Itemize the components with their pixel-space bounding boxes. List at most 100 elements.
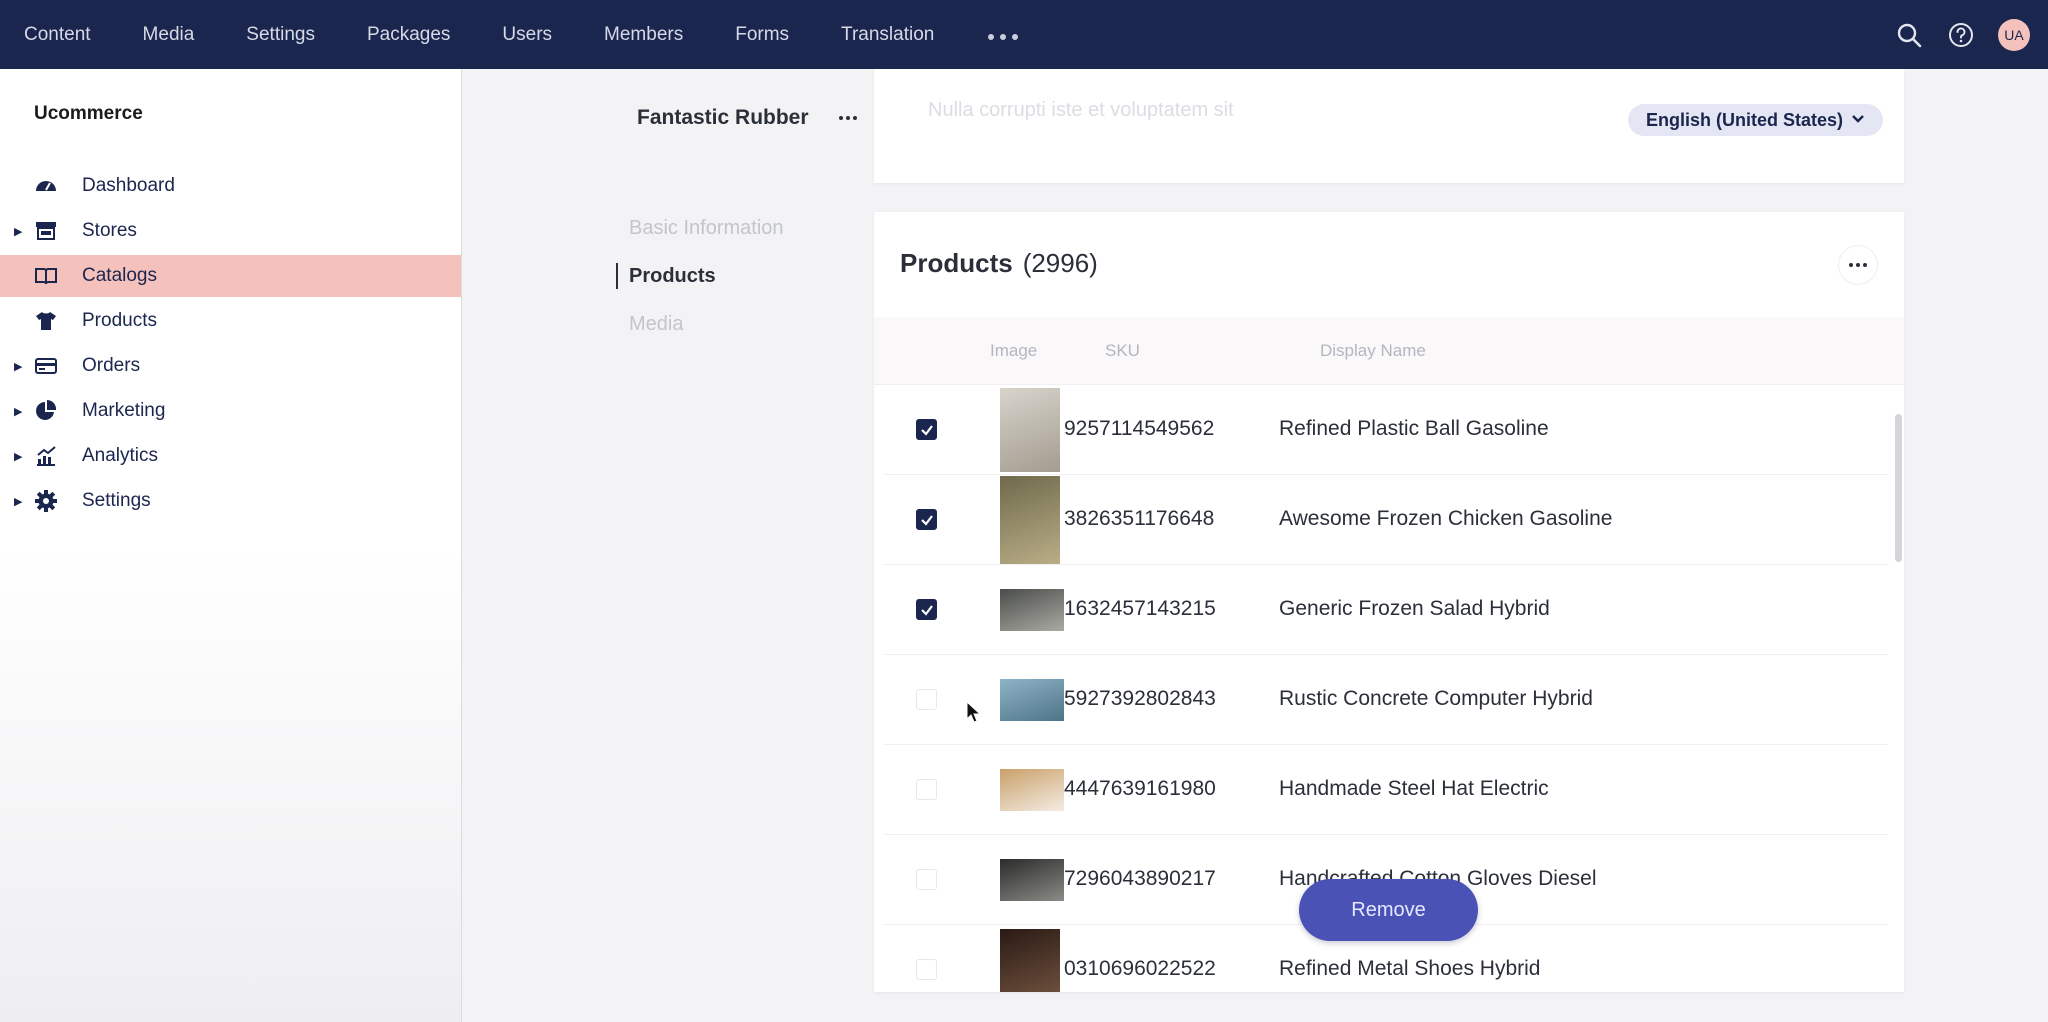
row-checkbox[interactable] bbox=[916, 599, 937, 620]
expand-caret-icon[interactable]: ▶ bbox=[14, 450, 22, 463]
analytics-icon bbox=[34, 444, 58, 468]
tab-products[interactable]: Products bbox=[616, 253, 784, 299]
row-checkbox[interactable] bbox=[916, 779, 937, 800]
product-display-name[interactable]: Rustic Concrete Computer Hybrid bbox=[1279, 687, 1593, 711]
sidebar-item-products[interactable]: Products bbox=[0, 300, 461, 342]
checkmark-icon bbox=[920, 424, 933, 436]
top-navigation: Content Media Settings Packages Users Me… bbox=[0, 0, 1019, 69]
column-header-display-name[interactable]: Display Name bbox=[1320, 341, 1426, 361]
dot bbox=[846, 116, 850, 120]
row-checkbox[interactable] bbox=[916, 959, 937, 980]
product-sku: 5927392802843 bbox=[1064, 687, 1216, 710]
search-icon[interactable] bbox=[1894, 20, 1924, 50]
nav-members[interactable]: Members bbox=[604, 24, 683, 46]
tab-basic-information[interactable]: Basic Information bbox=[616, 205, 784, 251]
sidebar-item-label: Stores bbox=[82, 220, 137, 241]
pie-chart-icon bbox=[34, 399, 58, 423]
table-row[interactable]: 9257114549562 Refined Plastic Ball Gasoli… bbox=[884, 385, 1888, 475]
sidebar-item-dashboard[interactable]: Dashboard bbox=[0, 165, 461, 207]
dot bbox=[1863, 263, 1867, 267]
table-row[interactable]: 5927392802843 Rustic Concrete Computer Hy… bbox=[884, 655, 1888, 745]
sidebar-item-label: Settings bbox=[82, 490, 151, 511]
dot bbox=[839, 116, 843, 120]
row-checkbox[interactable] bbox=[916, 869, 937, 890]
products-actions-menu[interactable] bbox=[1838, 245, 1878, 285]
product-thumbnail bbox=[1000, 679, 1064, 721]
sidebar-tree: Dashboard ▶ Stores Catalogs Products ▶ O… bbox=[0, 165, 461, 525]
row-checkbox[interactable] bbox=[916, 689, 937, 710]
product-display-name[interactable]: Refined Metal Shoes Hybrid bbox=[1279, 957, 1540, 981]
product-display-name[interactable]: Generic Frozen Salad Hybrid bbox=[1279, 597, 1550, 621]
row-checkbox[interactable] bbox=[916, 419, 937, 440]
sidebar-item-label: Analytics bbox=[82, 445, 159, 466]
table-header: Image SKU Display Name bbox=[874, 317, 1904, 385]
product-sku: 1632457143215 bbox=[1064, 597, 1216, 620]
nav-translation[interactable]: Translation bbox=[841, 24, 934, 46]
table-row[interactable]: 1632457143215 Generic Frozen Salad Hybrid bbox=[884, 565, 1888, 655]
credit-card-icon bbox=[34, 354, 58, 378]
language-selector[interactable]: English (United States) bbox=[1627, 104, 1883, 136]
dashboard-icon bbox=[34, 174, 58, 198]
product-sku: 3826351176648 bbox=[1064, 507, 1215, 530]
product-display-name[interactable]: Awesome Frozen Chicken Gasoline bbox=[1279, 507, 1612, 531]
nav-settings[interactable]: Settings bbox=[246, 24, 315, 46]
expand-caret-icon[interactable]: ▶ bbox=[14, 405, 22, 418]
products-card: Products (2996) Image SKU Display Name 92… bbox=[874, 212, 1904, 992]
remove-button[interactable]: Remove bbox=[1299, 879, 1478, 941]
sidebar-item-orders[interactable]: ▶ Orders bbox=[0, 345, 461, 387]
shirt-icon bbox=[34, 309, 58, 333]
products-heading: Products (2996) bbox=[900, 248, 1098, 279]
top-actions: UA bbox=[1894, 0, 2030, 69]
product-thumbnail bbox=[1000, 929, 1060, 992]
table-scrollbar[interactable] bbox=[1895, 414, 1902, 562]
product-sku: 9257114549562 bbox=[1064, 417, 1215, 440]
checkmark-icon bbox=[920, 604, 933, 616]
store-icon bbox=[34, 219, 58, 243]
content-tabs: Basic Information Products Media bbox=[616, 205, 784, 349]
nav-packages[interactable]: Packages bbox=[367, 24, 450, 46]
sidebar-item-label: Products bbox=[82, 310, 157, 331]
top-bar: Content Media Settings Packages Users Me… bbox=[0, 0, 2048, 69]
sidebar-item-analytics[interactable]: ▶ Analytics bbox=[0, 435, 461, 477]
product-display-name[interactable]: Refined Plastic Ball Gasoline bbox=[1279, 417, 1549, 441]
expand-caret-icon[interactable]: ▶ bbox=[14, 495, 22, 508]
row-checkbox[interactable] bbox=[916, 509, 937, 530]
nav-content[interactable]: Content bbox=[24, 24, 91, 46]
table-row[interactable]: 3826351176648 Awesome Frozen Chicken Gaso… bbox=[884, 475, 1888, 565]
column-header-image[interactable]: Image bbox=[990, 341, 1037, 361]
expand-caret-icon[interactable]: ▶ bbox=[14, 360, 22, 373]
sidebar-item-label: Marketing bbox=[82, 400, 166, 421]
help-icon[interactable] bbox=[1946, 20, 1976, 50]
sidebar-item-label: Orders bbox=[82, 355, 141, 376]
checkmark-icon bbox=[920, 514, 933, 526]
nav-users[interactable]: Users bbox=[502, 24, 552, 46]
sidebar-item-settings[interactable]: ▶ Settings bbox=[0, 480, 461, 522]
sidebar-item-catalogs[interactable]: Catalogs bbox=[0, 255, 461, 297]
ellipsis-icon[interactable] bbox=[988, 33, 1019, 40]
sidebar-item-label: Dashboard bbox=[82, 175, 175, 196]
node-title: Fantastic Rubber bbox=[637, 106, 809, 129]
sidebar-brand: Ucommerce bbox=[34, 103, 143, 124]
product-sku: 4447639161980 bbox=[1064, 777, 1216, 800]
chevron-down-icon bbox=[1851, 110, 1865, 131]
dot bbox=[1849, 263, 1853, 267]
language-label: English (United States) bbox=[1645, 109, 1843, 130]
expand-caret-icon[interactable]: ▶ bbox=[14, 225, 22, 238]
sidebar-item-stores[interactable]: ▶ Stores bbox=[0, 210, 461, 252]
nav-forms[interactable]: Forms bbox=[735, 24, 789, 46]
mouse-cursor-icon bbox=[966, 701, 982, 723]
products-count: (2996) bbox=[1022, 248, 1098, 278]
dot bbox=[1856, 263, 1860, 267]
product-display-name[interactable]: Handmade Steel Hat Electric bbox=[1279, 777, 1549, 801]
sidebar-item-marketing[interactable]: ▶ Marketing bbox=[0, 390, 461, 432]
product-sku: 7296043890217 bbox=[1064, 867, 1216, 890]
table-row[interactable]: 4447639161980 Handmade Steel Hat Electric bbox=[884, 745, 1888, 835]
sidebar: Ucommerce Dashboard ▶ Stores Catalogs Pr bbox=[0, 69, 462, 1022]
column-header-sku[interactable]: SKU bbox=[1105, 341, 1140, 361]
avatar[interactable]: UA bbox=[1998, 18, 2030, 51]
product-thumbnail bbox=[1000, 589, 1064, 631]
tab-media[interactable]: Media bbox=[616, 301, 784, 347]
node-actions-menu[interactable] bbox=[831, 101, 865, 135]
nav-media[interactable]: Media bbox=[143, 24, 195, 46]
description-text: Nulla corrupti iste et voluptatem sit bbox=[928, 99, 1234, 121]
